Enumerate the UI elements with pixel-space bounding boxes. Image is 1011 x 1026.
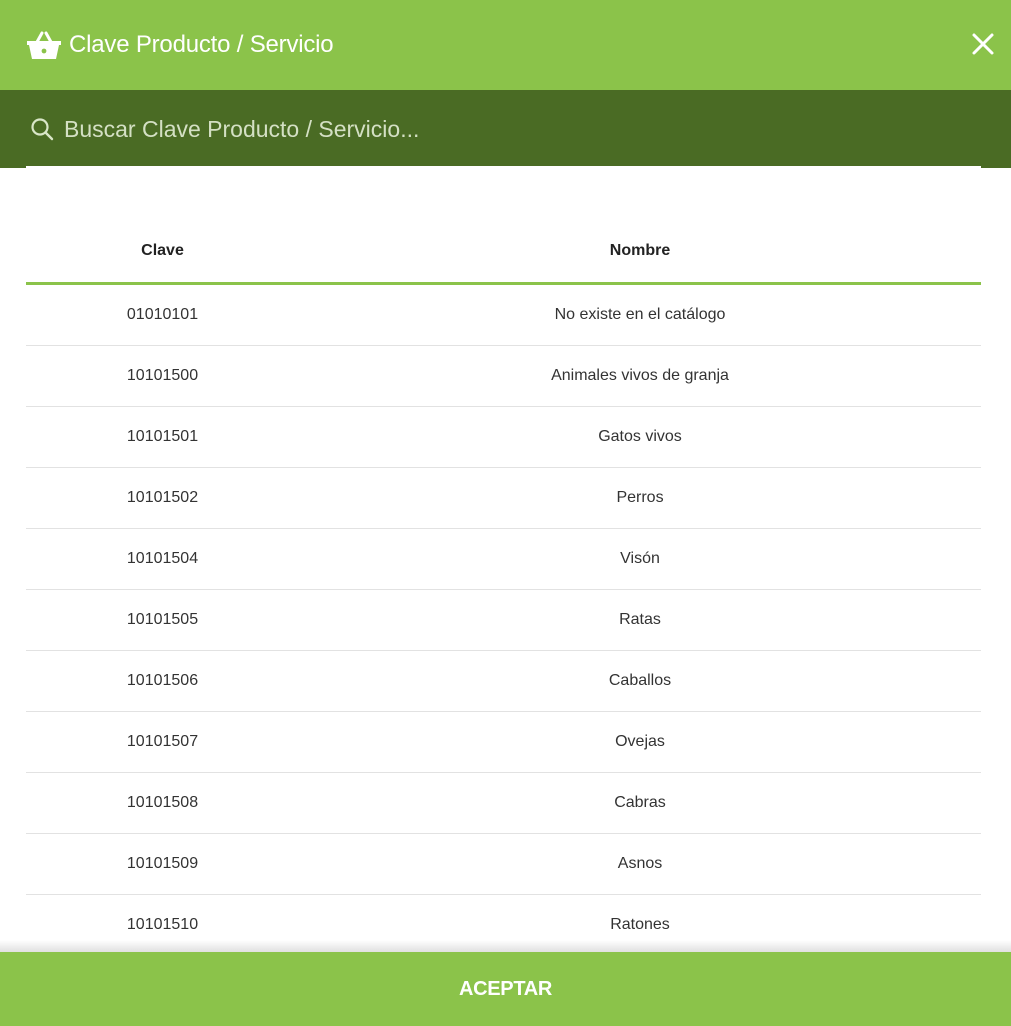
search-bar <box>0 90 1011 168</box>
cell-nombre: Animales vivos de granja <box>299 345 981 407</box>
search-divider-left <box>0 166 26 168</box>
cell-nombre: Visón <box>299 528 981 590</box>
table-row[interactable]: 10101504 Visón <box>26 528 981 590</box>
table-row[interactable]: 10101509 Asnos <box>26 833 981 895</box>
table-row[interactable]: 01010101 No existe en el catálogo <box>26 283 981 346</box>
results-table: Clave Nombre 01010101 No existe en el ca… <box>26 220 981 956</box>
modal-title: Clave Producto / Servicio <box>69 31 334 58</box>
cell-clave: 10101507 <box>26 711 299 773</box>
table-row[interactable]: 10101501 Gatos vivos <box>26 406 981 468</box>
cell-nombre: No existe en el catálogo <box>299 283 981 346</box>
cell-nombre: Ratas <box>299 589 981 651</box>
product-service-key-modal: Clave Producto / Servicio Clave Nombre 0… <box>0 0 1011 1026</box>
cell-clave: 10101506 <box>26 650 299 712</box>
cell-nombre: Caballos <box>299 650 981 712</box>
cell-clave: 10101508 <box>26 772 299 834</box>
cell-nombre: Ovejas <box>299 711 981 773</box>
cell-clave: 10101500 <box>26 345 299 407</box>
cell-clave: 10101505 <box>26 589 299 651</box>
close-icon[interactable] <box>969 30 997 58</box>
column-header-clave: Clave <box>26 220 299 285</box>
table-header-row: Clave Nombre <box>26 220 981 285</box>
table-row[interactable]: 10101500 Animales vivos de granja <box>26 345 981 407</box>
table-row[interactable]: 10101506 Caballos <box>26 650 981 712</box>
modal-header: Clave Producto / Servicio <box>0 0 1011 90</box>
search-input[interactable] <box>64 110 964 148</box>
search-icon <box>31 118 54 141</box>
cell-clave: 01010101 <box>26 283 299 346</box>
column-header-nombre: Nombre <box>299 220 981 285</box>
table-row[interactable]: 10101502 Perros <box>26 467 981 529</box>
footer-shadow <box>0 940 1011 952</box>
cell-clave: 10101509 <box>26 833 299 895</box>
accept-button[interactable]: ACEPTAR <box>0 952 1011 1026</box>
search-divider-right <box>981 166 1011 168</box>
cell-nombre: Cabras <box>299 772 981 834</box>
table-row[interactable]: 10101508 Cabras <box>26 772 981 834</box>
table-row[interactable]: 10101505 Ratas <box>26 589 981 651</box>
results-table-container: Clave Nombre 01010101 No existe en el ca… <box>26 220 981 956</box>
cell-nombre: Gatos vivos <box>299 406 981 468</box>
shopping-basket-icon <box>27 31 61 59</box>
cell-clave: 10101502 <box>26 467 299 529</box>
cell-nombre: Asnos <box>299 833 981 895</box>
table-row[interactable]: 10101507 Ovejas <box>26 711 981 773</box>
cell-clave: 10101501 <box>26 406 299 468</box>
cell-clave: 10101504 <box>26 528 299 590</box>
cell-nombre: Perros <box>299 467 981 529</box>
